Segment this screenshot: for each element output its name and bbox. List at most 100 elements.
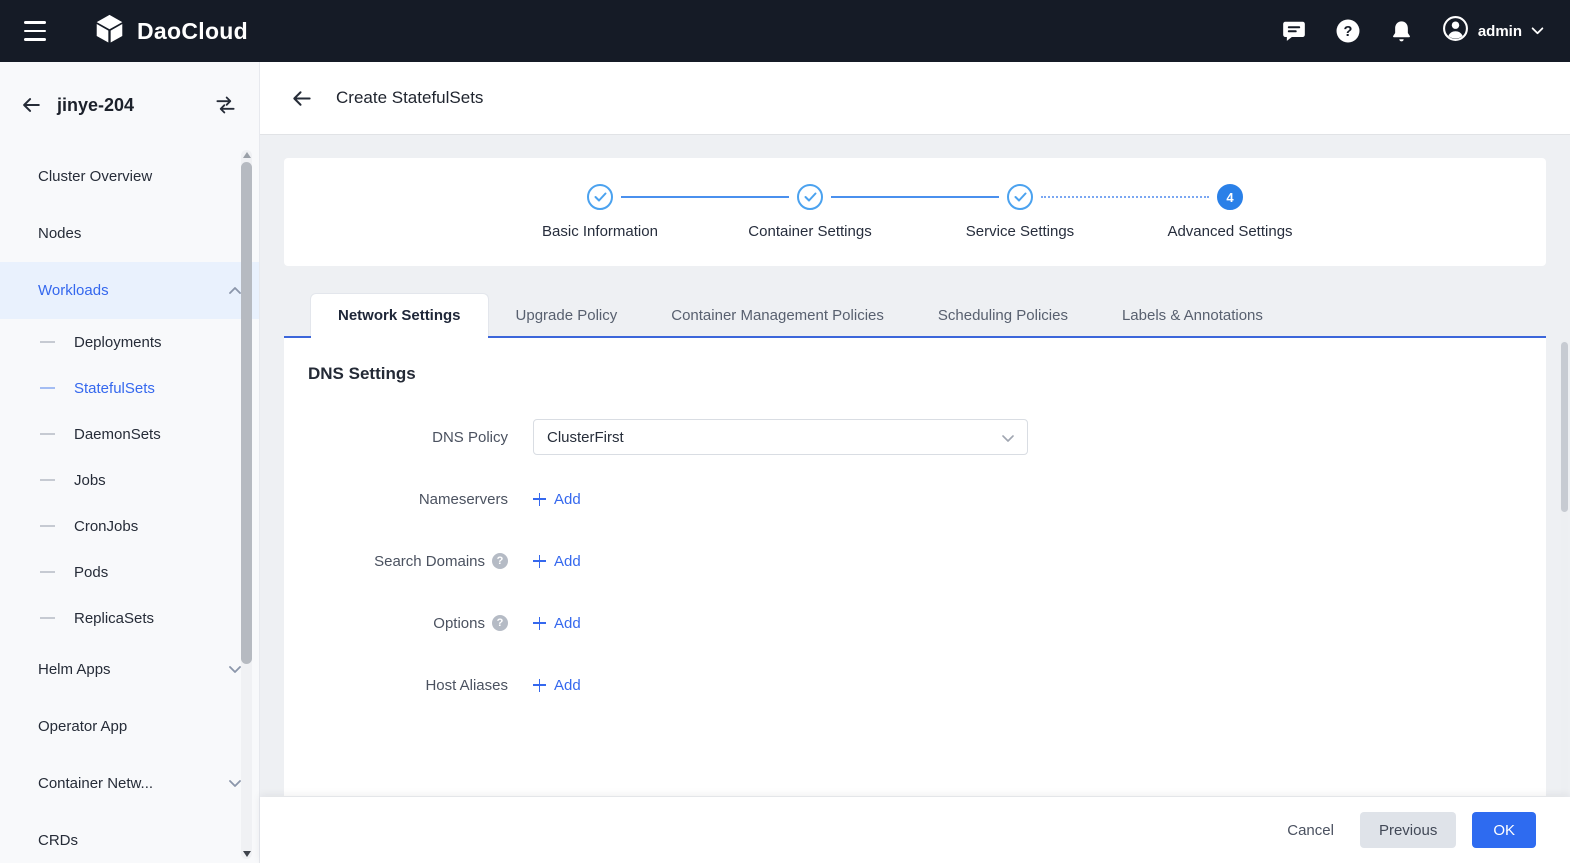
field-label: Search Domains <box>308 553 508 570</box>
dash-icon <box>40 571 55 573</box>
chevron-down-icon <box>1531 22 1544 40</box>
stepper: Basic Information Container Settings Ser… <box>284 158 1546 266</box>
check-icon <box>797 184 823 210</box>
form-row-options: Options Add <box>308 605 1522 641</box>
switch-cluster-icon[interactable] <box>214 95 237 115</box>
back-arrow-icon[interactable] <box>290 87 313 110</box>
help-icon[interactable]: ? <box>1335 18 1361 44</box>
sidebar-item-daemonsets[interactable]: DaemonSets <box>0 411 259 457</box>
bell-icon[interactable] <box>1389 19 1414 44</box>
sidebar-item-label: Container Netw... <box>38 775 154 792</box>
sidebar-item-nodes[interactable]: Nodes <box>0 205 259 262</box>
content-scrollbar-thumb[interactable] <box>1561 342 1568 512</box>
add-host-alias-button[interactable]: Add <box>533 677 581 694</box>
sidebar-item-operator-app[interactable]: Operator App <box>0 698 259 755</box>
dash-icon <box>40 525 55 527</box>
dns-policy-value: ClusterFirst <box>547 428 624 446</box>
sidebar: jinye-204 Cluster Overview Nodes Workloa… <box>0 62 260 863</box>
sidebar-item-statefulsets[interactable]: StatefulSets <box>0 365 259 411</box>
sidebar-item-cluster-overview[interactable]: Cluster Overview <box>0 148 259 205</box>
sidebar-scrollbar[interactable] <box>241 150 252 859</box>
tab-scheduling-policies[interactable]: Scheduling Policies <box>911 294 1095 336</box>
step-label: Container Settings <box>748 223 872 240</box>
dash-icon <box>40 341 55 343</box>
chevron-down-icon <box>229 666 241 673</box>
menu-icon[interactable] <box>24 21 48 41</box>
scroll-down-icon[interactable] <box>242 851 251 857</box>
sidebar-item-label: CRDs <box>38 832 78 849</box>
topbar-actions: ? admin <box>1281 15 1544 47</box>
sidebar-item-helm-apps[interactable]: Helm Apps <box>0 641 259 698</box>
plus-icon <box>533 492 546 506</box>
sidebar-item-replicasets[interactable]: ReplicaSets <box>0 595 259 641</box>
question-circle-icon[interactable] <box>492 553 508 569</box>
step-label: Service Settings <box>965 223 1075 240</box>
tab-upgrade-policy[interactable]: Upgrade Policy <box>489 294 645 336</box>
tab-container-management-policies[interactable]: Container Management Policies <box>644 294 911 336</box>
plus-icon <box>533 554 546 568</box>
form-row-host-aliases: Host Aliases Add <box>308 667 1522 703</box>
topbar: DaoCloud ? admin <box>0 0 1570 62</box>
sidebar-item-label: Workloads <box>38 282 109 299</box>
dns-policy-select[interactable]: ClusterFirst <box>533 419 1028 455</box>
sidebar-item-container-network[interactable]: Container Netw... <box>0 755 259 812</box>
daocloud-logo-icon <box>93 12 126 50</box>
dash-icon <box>40 479 55 481</box>
field-label: Options <box>308 615 508 632</box>
step-label: Advanced Settings <box>1167 223 1293 240</box>
tab-labels-annotations[interactable]: Labels & Annotations <box>1095 294 1290 336</box>
sidebar-item-label: DaemonSets <box>74 425 161 443</box>
form-row-dns-policy: DNS Policy ClusterFirst <box>308 419 1522 455</box>
sidebar-item-workloads[interactable]: Workloads <box>0 262 259 319</box>
cluster-name: jinye-204 <box>57 94 135 115</box>
content-scrollbar[interactable] <box>1561 340 1568 795</box>
step-number: 4 <box>1217 184 1243 210</box>
user-avatar-icon <box>1442 15 1469 47</box>
footer-actions: Cancel Previous OK <box>260 797 1570 863</box>
plus-icon <box>533 678 546 692</box>
previous-button[interactable]: Previous <box>1359 812 1457 848</box>
dns-settings-panel: DNS Settings DNS Policy ClusterFirst Nam… <box>284 338 1546 796</box>
scroll-up-icon[interactable] <box>242 152 251 158</box>
sidebar-item-label: Helm Apps <box>38 661 111 678</box>
sidebar-item-label: Deployments <box>74 333 162 351</box>
chevron-up-icon <box>229 287 241 294</box>
form-row-search-domains: Search Domains Add <box>308 543 1522 579</box>
main-area: Create StatefulSets Basic Information Co… <box>260 62 1570 863</box>
sidebar-item-deployments[interactable]: Deployments <box>0 319 259 365</box>
select-chevron-icon <box>1002 429 1014 446</box>
sidebar-item-crds[interactable]: CRDs <box>0 812 259 863</box>
sidebar-item-label: ReplicaSets <box>74 609 155 627</box>
dash-icon <box>40 387 55 389</box>
step-advanced-settings: 4 Advanced Settings <box>1041 184 1335 266</box>
sidebar-item-label: StatefulSets <box>74 379 155 397</box>
dash-icon <box>40 433 55 435</box>
page-title: Create StatefulSets <box>336 88 484 107</box>
sidebar-header: jinye-204 <box>0 62 259 148</box>
add-option-button[interactable]: Add <box>533 615 581 632</box>
check-icon <box>587 184 613 210</box>
brand-logo[interactable]: DaoCloud <box>93 12 248 50</box>
back-arrow-icon[interactable] <box>20 94 42 116</box>
cancel-button[interactable]: Cancel <box>1277 812 1344 848</box>
check-icon <box>1007 184 1033 210</box>
add-search-domain-button[interactable]: Add <box>533 553 581 570</box>
sidebar-scrollbar-thumb[interactable] <box>241 162 252 664</box>
section-title: DNS Settings <box>308 364 416 383</box>
tab-network-settings[interactable]: Network Settings <box>310 293 489 338</box>
chat-icon[interactable] <box>1281 18 1307 44</box>
sidebar-item-pods[interactable]: Pods <box>0 549 259 595</box>
field-label: Nameservers <box>418 490 508 508</box>
ok-button[interactable]: OK <box>1472 812 1536 848</box>
tabbar: Network Settings Upgrade Policy Containe… <box>284 293 1546 338</box>
sidebar-item-label: CronJobs <box>74 517 139 535</box>
question-circle-icon[interactable] <box>492 615 508 631</box>
user-menu[interactable]: admin <box>1442 15 1544 47</box>
sidebar-item-jobs[interactable]: Jobs <box>0 457 259 503</box>
sidebar-nav: Cluster Overview Nodes Workloads Deploym… <box>0 148 259 863</box>
add-nameserver-button[interactable]: Add <box>533 491 581 508</box>
field-label: DNS Policy <box>432 428 508 446</box>
svg-text:?: ? <box>1343 24 1352 40</box>
sidebar-item-label: Jobs <box>74 471 106 489</box>
sidebar-item-cronjobs[interactable]: CronJobs <box>0 503 259 549</box>
